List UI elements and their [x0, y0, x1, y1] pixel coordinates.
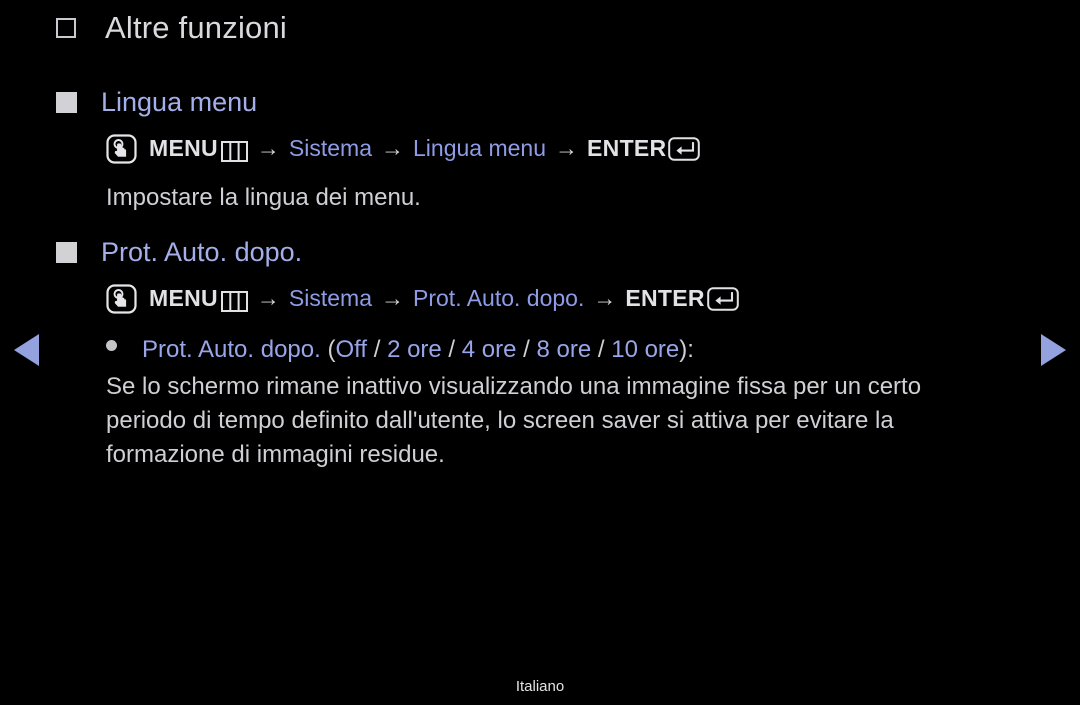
touch-press-icon: [106, 134, 137, 164]
prev-page-arrow[interactable]: [14, 334, 39, 366]
menu-path-lingua-menu: MENU → Sistema → Lingua menu → ENTER: [106, 133, 701, 164]
option-row-prot-auto-dopo: Prot. Auto. dopo. ( Off / 2 ore / 4 ore …: [106, 334, 694, 366]
option-value-4-ore: 4 ore: [461, 336, 517, 363]
path-arrow: →: [381, 135, 405, 161]
square-outline-bullet-icon: [56, 18, 80, 42]
enter-label: ENTER: [625, 285, 705, 311]
option-separator: /: [367, 336, 388, 363]
enter-key-icon: [668, 137, 701, 161]
section-heading-lingua-menu: Lingua menu: [101, 87, 258, 117]
section-heading-prot-auto-dopo: Prot. Auto. dopo.: [101, 237, 303, 267]
option-colon: :: [687, 336, 694, 363]
path-arrow: →: [256, 285, 280, 311]
section-description-prot-auto-dopo: Se lo schermo rimane inattivo visualizza…: [106, 373, 922, 468]
option-value-2-ore: 2 ore: [387, 336, 442, 363]
option-value-8-ore: 8 ore: [536, 336, 592, 363]
section-heading-row-prot-auto-dopo: Prot. Auto. dopo.: [56, 236, 302, 268]
enter-key-icon: [707, 287, 739, 311]
menu-path-prot-auto-dopo: MENU → Sistema → Prot. Auto. dopo. → ENT…: [106, 283, 739, 314]
next-page-arrow[interactable]: [1041, 334, 1066, 366]
option-separator: /: [516, 336, 537, 363]
page-title: Altre funzioni: [105, 10, 288, 45]
square-filled-bullet-icon: [56, 241, 77, 263]
path-step-prot-auto-dopo: Prot. Auto. dopo.: [413, 285, 585, 311]
option-value-10-ore: 10 ore: [611, 336, 680, 363]
section-heading-row-lingua-menu: Lingua menu: [56, 86, 257, 118]
path-step-sistema: Sistema: [288, 135, 373, 161]
option-separator: /: [441, 336, 462, 363]
path-step-sistema: Sistema: [288, 285, 373, 311]
footer-language: Italiano: [515, 678, 565, 695]
menu-grid-icon: [220, 139, 248, 162]
option-separator: /: [591, 336, 612, 363]
section-description-lingua-menu: Impostare la lingua dei menu.: [106, 184, 421, 211]
option-value-off: Off: [335, 336, 368, 363]
square-filled-bullet-icon: [56, 91, 77, 113]
menu-label: MENU: [149, 135, 218, 161]
path-arrow: →: [256, 135, 280, 161]
option-close-paren: ): [679, 336, 688, 363]
menu-label: MENU: [149, 285, 218, 311]
path-arrow: →: [555, 135, 579, 161]
path-arrow: →: [593, 285, 617, 311]
touch-press-icon: [106, 284, 137, 314]
page-title-row: Altre funzioni: [56, 10, 287, 46]
help-page: Altre funzioni Lingua menu MENU → Sistem…: [0, 0, 1080, 705]
option-open-paren: (: [327, 336, 336, 363]
enter-label: ENTER: [587, 135, 667, 161]
menu-grid-icon: [220, 289, 248, 312]
option-name: Prot. Auto. dopo.: [142, 336, 321, 363]
path-step-lingua-menu: Lingua menu: [413, 135, 547, 161]
path-arrow: →: [381, 285, 405, 311]
dot-bullet-icon: [106, 340, 117, 351]
